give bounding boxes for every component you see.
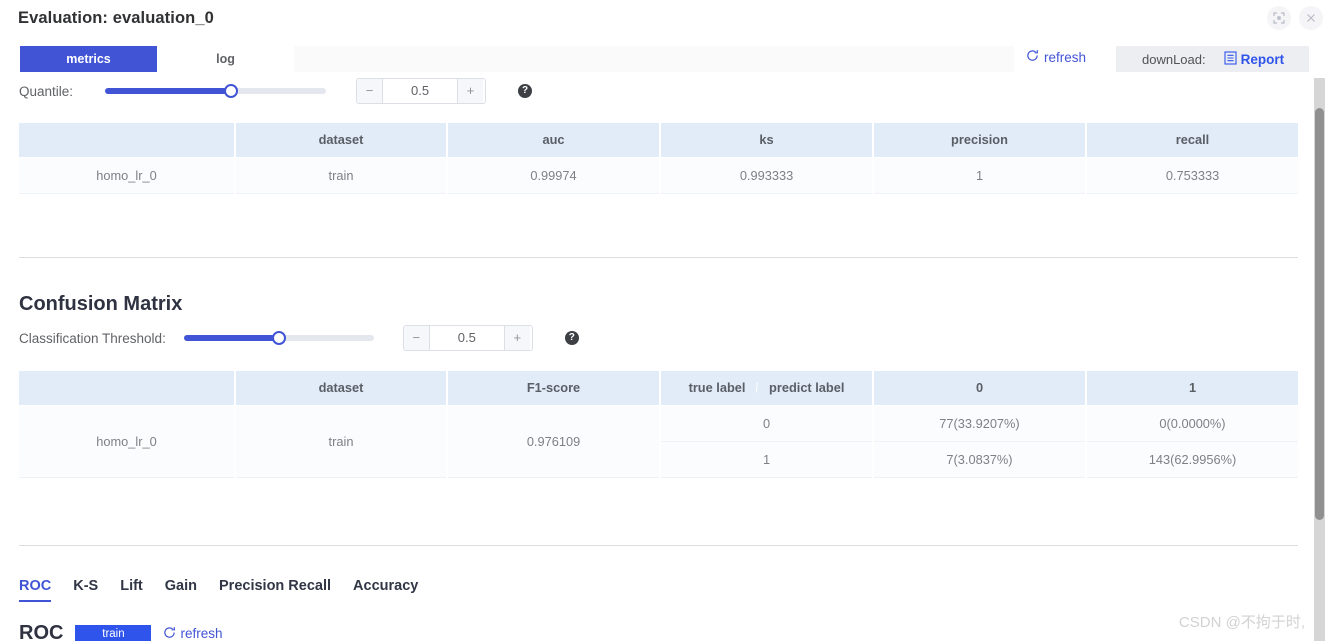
tabstrip-filler <box>294 46 1014 72</box>
refresh-icon <box>163 626 176 641</box>
top-tabstrip: metrics log refresh downLoad: Report <box>0 46 1329 72</box>
section-divider-bottom <box>19 545 1298 546</box>
help-icon[interactable]: ? <box>564 331 579 345</box>
threshold-slider-fill <box>183 335 279 341</box>
confusion-cell-1-0: 7(3.0837%) <box>873 441 1087 478</box>
close-icon <box>1305 12 1317 24</box>
predict-label-text: predict label <box>769 380 845 396</box>
confusion-cell-0-0: 77(33.9207%) <box>873 405 1087 442</box>
metrics-col-blank <box>19 123 236 158</box>
expand-icon <box>1273 12 1285 24</box>
quantile-slider-fill <box>105 88 232 94</box>
download-label: downLoad: <box>1142 51 1206 67</box>
expand-button[interactable] <box>1267 6 1291 30</box>
evaluation-dialog: Evaluation: evaluation_0 metrics log ref… <box>0 0 1329 641</box>
quantile-row: Quantile: − 0.5 + ? <box>19 78 533 104</box>
confusion-cell-truelabel-1: 1 <box>660 441 874 478</box>
threshold-slider[interactable] <box>183 331 374 345</box>
metrics-table: dataset auc ks precision recall homo_lr_… <box>19 123 1298 194</box>
threshold-value[interactable]: 0.5 <box>429 326 504 350</box>
confusion-cell-dataset: train <box>235 405 448 478</box>
confusion-col-f1: F1-score <box>447 371 661 406</box>
tab-lift[interactable]: Lift <box>120 578 143 602</box>
metrics-col-recall: recall <box>1086 123 1298 158</box>
page-title: Evaluation: evaluation_0 <box>18 9 214 27</box>
confusion-col-labels: true label \ predict label <box>660 371 874 406</box>
section-divider-top <box>19 257 1298 258</box>
confusion-col-dataset: dataset <box>235 371 448 406</box>
true-label-text: true label <box>688 380 746 396</box>
threshold-increment[interactable]: + <box>503 326 530 350</box>
quantile-increment[interactable]: + <box>457 79 484 103</box>
diagonal-separator-icon: \ <box>753 380 762 396</box>
refresh-label-top: refresh <box>1044 49 1087 65</box>
help-icon[interactable]: ? <box>518 84 533 98</box>
roc-header-row: ROC train refresh <box>19 622 222 641</box>
threshold-stepper[interactable]: − 0.5 + <box>402 325 533 351</box>
tab-precision-recall[interactable]: Precision Recall <box>219 578 331 602</box>
confusion-cell-f1: 0.976109 <box>447 405 661 478</box>
vertical-scrollbar-thumb[interactable] <box>1315 108 1324 520</box>
tab-roc[interactable]: ROC <box>19 578 52 602</box>
confusion-cell-truelabel-0: 0 <box>660 405 874 442</box>
dialog-header: Evaluation: evaluation_0 <box>0 0 1329 40</box>
quantile-label: Quantile: <box>19 83 74 99</box>
quantile-stepper[interactable]: − 0.5 + <box>356 78 487 104</box>
confusion-table-header-row: dataset F1-score true label \ predict la… <box>19 371 1298 406</box>
download-report-button[interactable]: Report <box>1224 50 1285 68</box>
document-icon <box>1224 50 1237 68</box>
refresh-button-top[interactable]: refresh <box>1026 49 1086 65</box>
confusion-cell-1-1: 143(62.9956%) <box>1086 441 1298 478</box>
threshold-row: Classification Threshold: − 0.5 + ? <box>19 325 579 351</box>
download-bar: downLoad: Report <box>1116 46 1309 72</box>
watermark: CSDN @不拘于时, <box>1178 614 1305 631</box>
confusion-col-pred0: 0 <box>873 371 1087 406</box>
threshold-slider-thumb[interactable] <box>271 331 286 345</box>
confusion-cell-0-1: 0(0.0000%) <box>1086 405 1298 442</box>
metrics-log-segmented: metrics log <box>20 46 294 72</box>
metrics-col-precision: precision <box>873 123 1087 158</box>
confusion-col-blank <box>19 371 236 406</box>
refresh-label-roc: refresh <box>180 626 223 641</box>
table-row: homo_lr_0 train 0.976109 0 77(33.9207%) … <box>19 405 1298 478</box>
window-controls <box>1267 6 1323 30</box>
metrics-cell-precision: 1 <box>873 157 1087 194</box>
confusion-cell-model: homo_lr_0 <box>19 405 236 478</box>
quantile-slider-thumb[interactable] <box>224 84 239 98</box>
refresh-button-roc[interactable]: refresh <box>163 626 222 641</box>
close-button[interactable] <box>1299 6 1323 30</box>
threshold-decrement[interactable]: − <box>403 326 430 350</box>
confusion-col-pred1: 1 <box>1086 371 1298 406</box>
dataset-pill-train[interactable]: train <box>75 624 152 641</box>
report-label: Report <box>1240 51 1285 67</box>
tab-log[interactable]: log <box>157 46 294 72</box>
tab-metrics[interactable]: metrics <box>20 46 157 72</box>
tab-accuracy[interactable]: Accuracy <box>353 578 418 602</box>
tab-gain[interactable]: Gain <box>165 578 197 602</box>
metrics-cell-dataset: train <box>235 157 448 194</box>
chart-tabs: ROC K-S Lift Gain Precision Recall Accur… <box>19 578 418 602</box>
table-row: homo_lr_0 train 0.99974 0.993333 1 0.753… <box>19 157 1298 194</box>
tab-ks[interactable]: K-S <box>73 578 98 602</box>
confusion-matrix-title: Confusion Matrix <box>19 293 183 315</box>
roc-title: ROC <box>19 622 64 641</box>
threshold-label: Classification Threshold: <box>19 330 166 346</box>
refresh-icon <box>1026 49 1039 65</box>
metrics-col-ks: ks <box>660 123 874 158</box>
metrics-cell-name: homo_lr_0 <box>19 157 236 194</box>
metrics-col-dataset: dataset <box>235 123 448 158</box>
quantile-value[interactable]: 0.5 <box>383 79 458 103</box>
quantile-slider[interactable] <box>105 84 327 98</box>
metrics-col-auc: auc <box>447 123 661 158</box>
metrics-cell-auc: 0.99974 <box>447 157 661 194</box>
confusion-matrix-table: dataset F1-score true label \ predict la… <box>19 371 1298 478</box>
metrics-cell-recall: 0.753333 <box>1086 157 1298 194</box>
metrics-cell-ks: 0.993333 <box>660 157 874 194</box>
metrics-table-header-row: dataset auc ks precision recall <box>19 123 1298 158</box>
quantile-decrement[interactable]: − <box>357 79 384 103</box>
